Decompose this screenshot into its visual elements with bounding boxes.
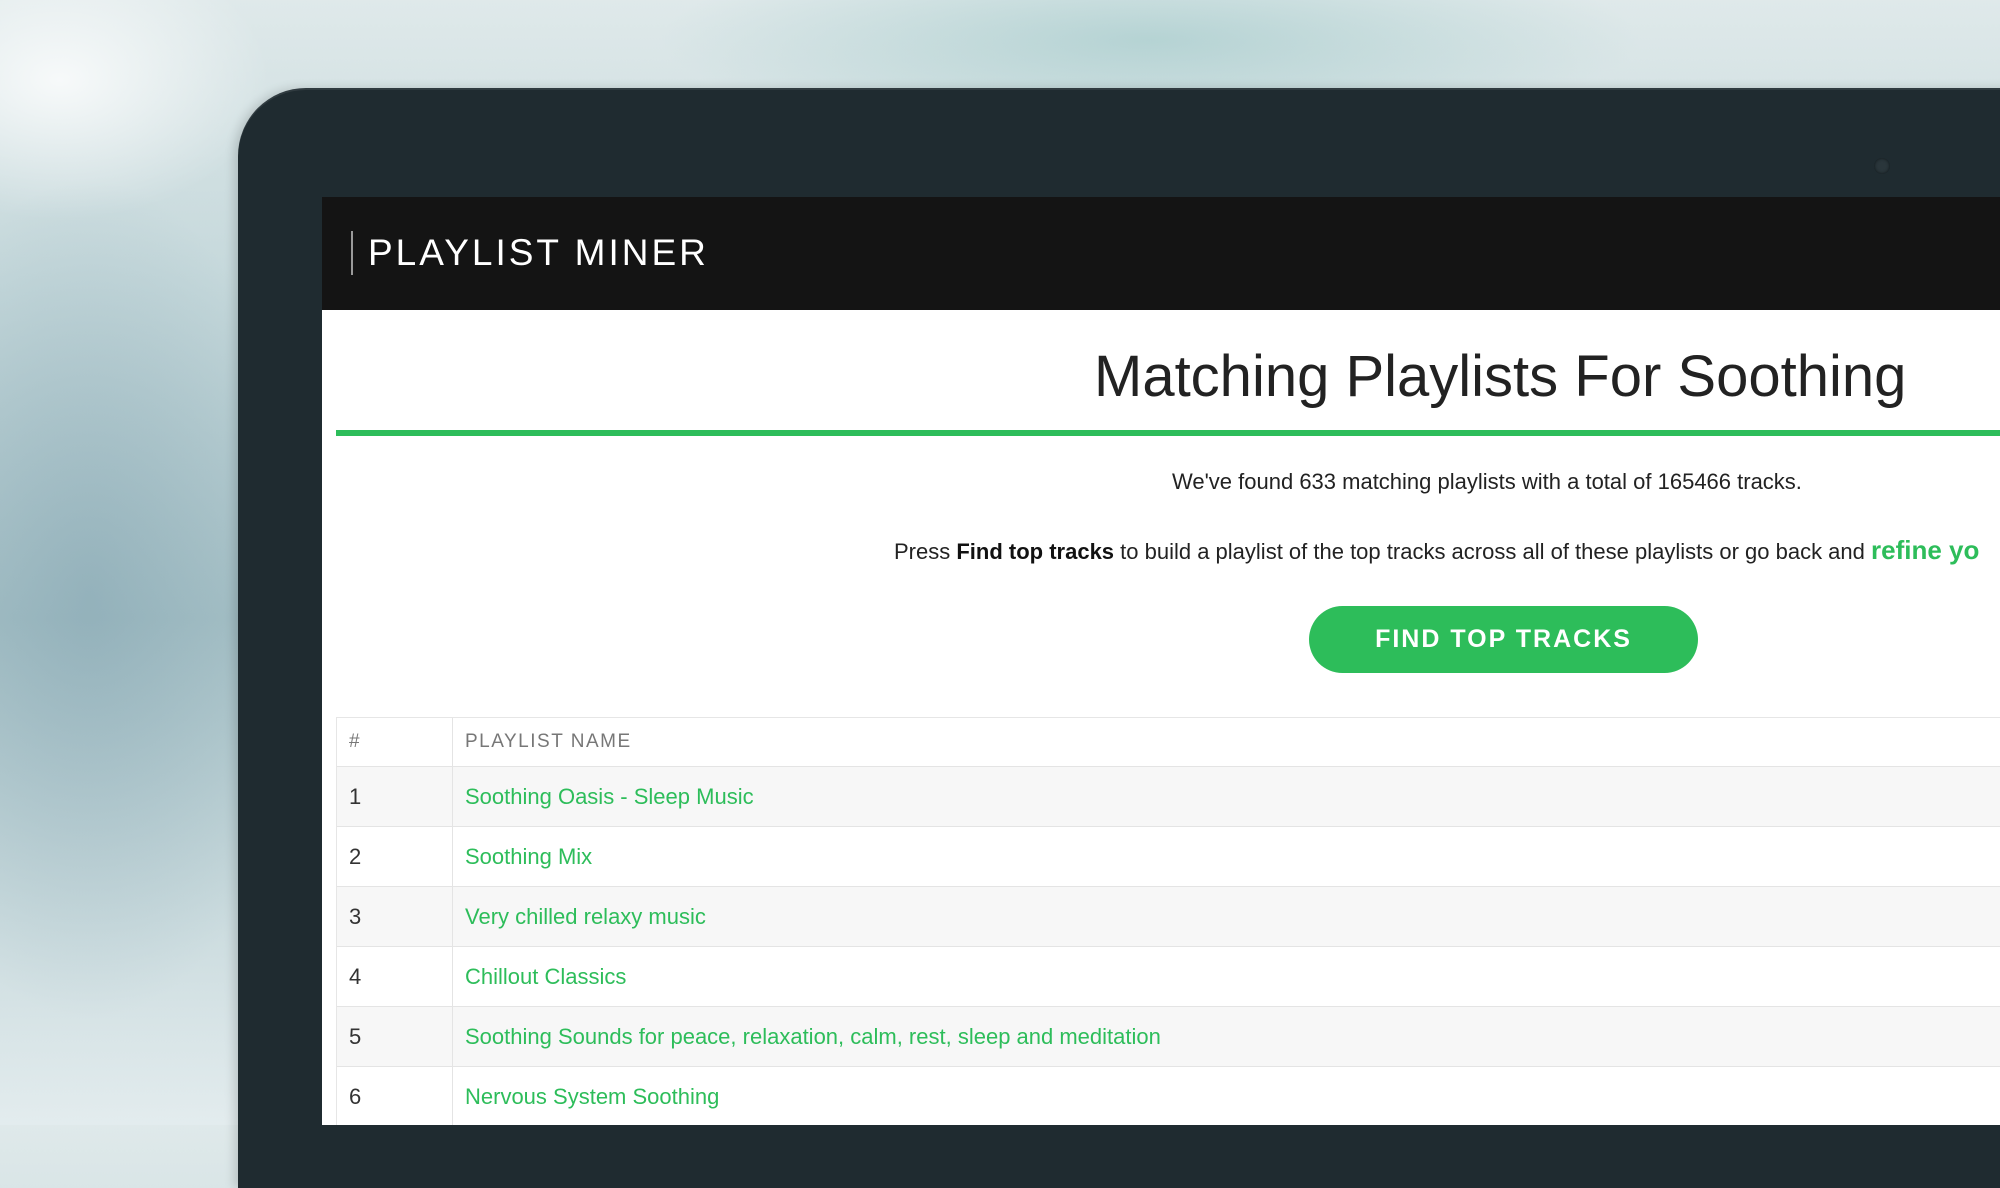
instructions-bold: Find top tracks	[956, 539, 1115, 564]
table-header-row: # PLAYLIST NAME	[337, 718, 2000, 767]
webcam-icon	[1874, 158, 1890, 174]
table-row: 3 Very chilled relaxy music	[337, 887, 2000, 947]
row-number: 6	[337, 1067, 453, 1125]
logo-divider	[351, 231, 353, 275]
playlist-link[interactable]: Soothing Mix	[465, 827, 592, 886]
laptop-screen: PLAYLIST MINER Matching Playlists For So…	[322, 197, 2000, 1125]
playlist-link[interactable]: Soothing Sounds for peace, relaxation, c…	[465, 1007, 1161, 1066]
table-row: 5 Soothing Sounds for peace, relaxation,…	[337, 1007, 2000, 1067]
table-row: 6 Nervous System Soothing	[337, 1067, 2000, 1125]
instructions-prefix: Press	[894, 539, 957, 564]
refine-link[interactable]: refine yo	[1871, 535, 1979, 565]
instructions-text: Press Find top tracks to build a playlis…	[894, 535, 1979, 566]
app-header: PLAYLIST MINER	[322, 197, 2000, 310]
playlist-link[interactable]: Chillout Classics	[465, 947, 626, 1006]
column-header-number: #	[337, 718, 453, 766]
page-title: Matching Playlists For Soothing	[1094, 344, 1907, 409]
title-divider	[336, 430, 2000, 436]
playlist-link[interactable]: Soothing Oasis - Sleep Music	[465, 767, 754, 826]
row-number: 1	[337, 767, 453, 826]
playlist-table: # PLAYLIST NAME 1 Soothing Oasis - Sleep…	[336, 717, 2000, 1125]
find-top-tracks-button[interactable]: FIND TOP TRACKS	[1309, 606, 1698, 673]
playlist-link[interactable]: Very chilled relaxy music	[465, 887, 706, 946]
row-number: 3	[337, 887, 453, 946]
row-number: 2	[337, 827, 453, 886]
table-row: 1 Soothing Oasis - Sleep Music	[337, 767, 2000, 827]
app-logo[interactable]: PLAYLIST MINER	[368, 231, 709, 275]
playlist-link[interactable]: Nervous System Soothing	[465, 1067, 719, 1125]
column-header-name: PLAYLIST NAME	[465, 731, 632, 752]
instructions-middle: to build a playlist of the top tracks ac…	[1114, 539, 1871, 564]
results-summary: We've found 633 matching playlists with …	[1172, 469, 1802, 494]
row-number: 4	[337, 947, 453, 1006]
row-number: 5	[337, 1007, 453, 1066]
table-row: 2 Soothing Mix	[337, 827, 2000, 887]
table-row: 4 Chillout Classics	[337, 947, 2000, 1007]
